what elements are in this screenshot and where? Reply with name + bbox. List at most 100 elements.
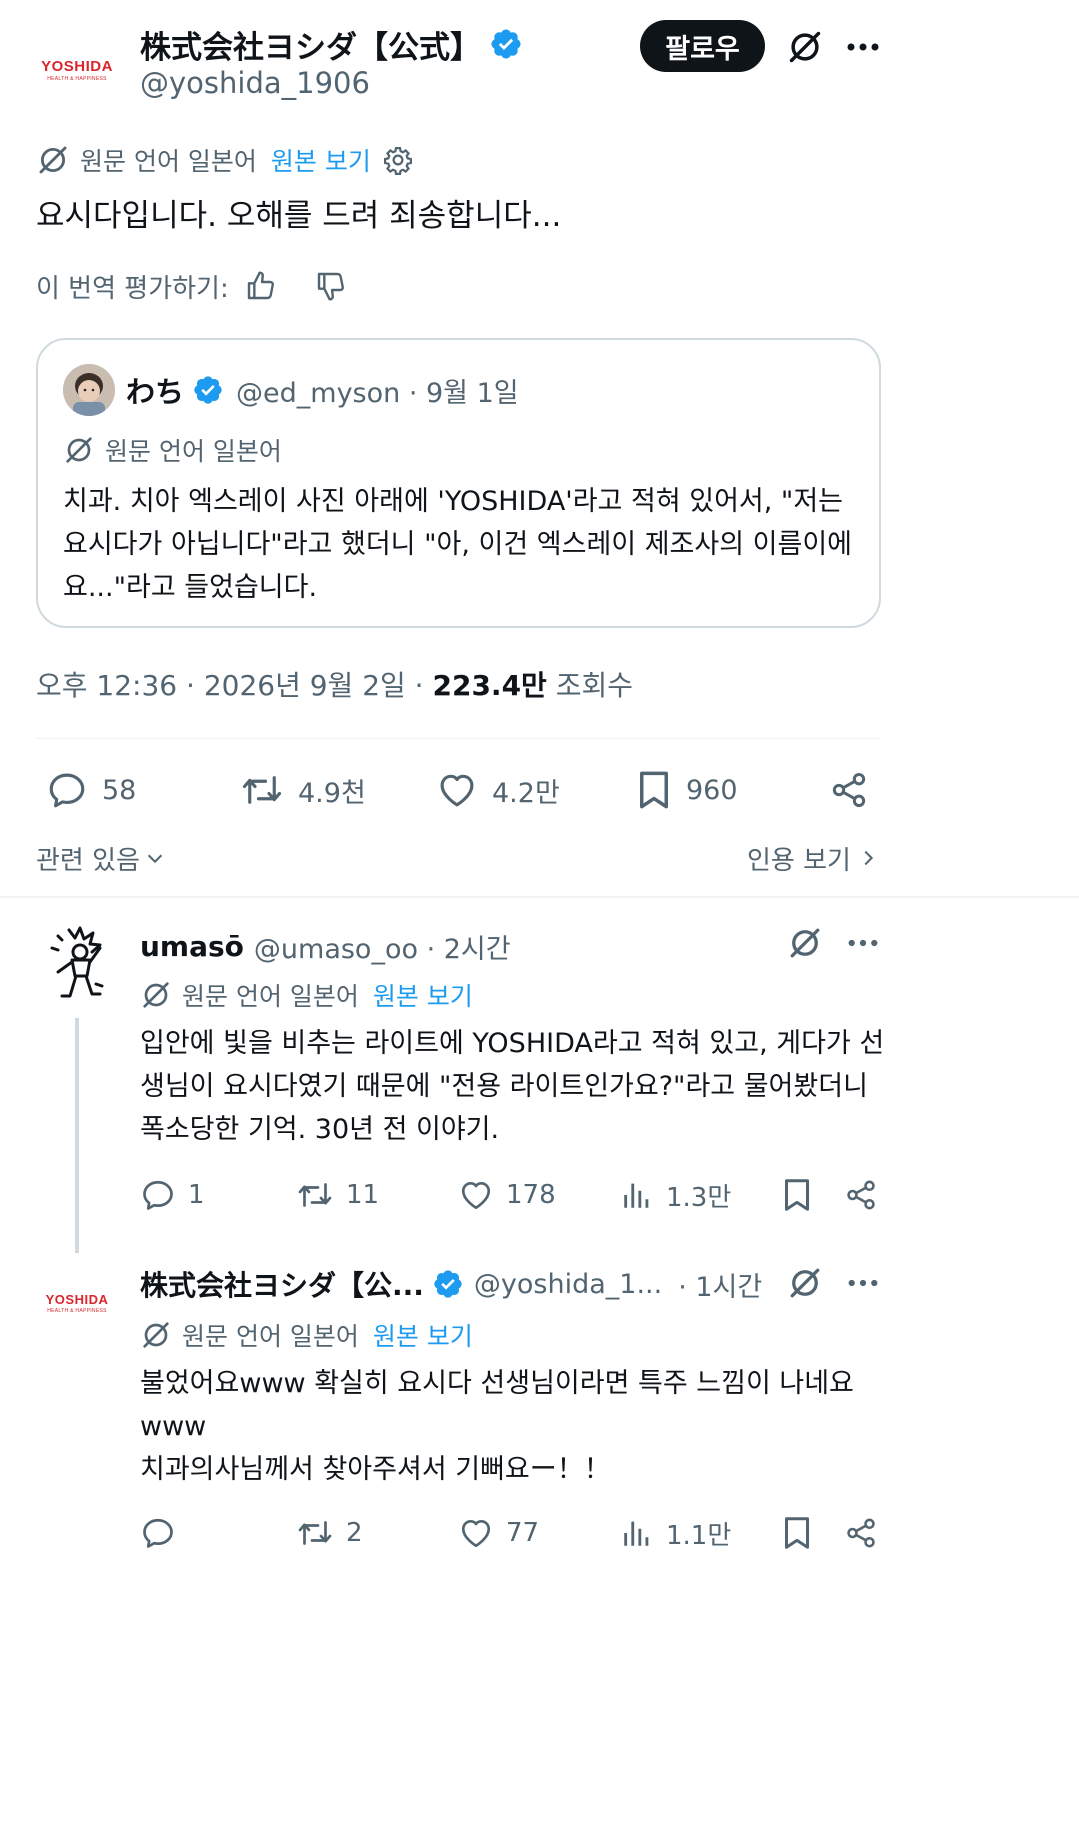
share-button[interactable] <box>840 1174 882 1216</box>
bookmark-button[interactable] <box>776 1174 818 1216</box>
like-count: 77 <box>506 1518 540 1548</box>
analytics-icon <box>624 1183 649 1208</box>
view-quotes-link[interactable]: 인용 보기 <box>747 838 879 878</box>
divider <box>36 738 881 739</box>
reply-handle: @yoshida_1... <box>473 1268 663 1300</box>
repost-button[interactable]: 11 <box>296 1174 379 1216</box>
translate-icon <box>36 143 70 177</box>
verified-badge-icon <box>489 27 523 61</box>
like-button[interactable]: 4.2만 <box>436 767 560 813</box>
grok-icon[interactable] <box>782 1260 828 1306</box>
thumbs-down-icon[interactable] <box>315 270 347 302</box>
repost-count: 11 <box>346 1180 380 1210</box>
reply-time: · 1시간 <box>678 1271 763 1303</box>
quoted-author-avatar[interactable] <box>63 364 115 416</box>
grok-icon[interactable] <box>782 24 828 70</box>
related-dropdown[interactable]: 관련 있음 <box>36 838 166 878</box>
bookmark-button[interactable] <box>776 1512 818 1554</box>
reply-author-name[interactable]: umasō <box>140 930 244 963</box>
heart-icon <box>440 774 474 807</box>
heart-icon <box>461 1519 491 1548</box>
bookmark-icon <box>785 1517 809 1549</box>
view-original-link[interactable]: 원본 보기 <box>373 1317 473 1353</box>
views-button[interactable]: 1.3만 <box>620 1174 731 1216</box>
logo-subtext: HEALTH & HAPPINESS <box>47 1308 107 1314</box>
reply-button[interactable]: 1 <box>140 1174 205 1216</box>
repost-count: 2 <box>346 1518 363 1548</box>
quoted-tweet-card[interactable]: わち @ed_myson · 9월 1일 원문 언어 일본어 치과. 치아 엑스… <box>36 338 881 628</box>
reply-author-name[interactable]: 株式会社ヨシダ【公... <box>140 1264 424 1304</box>
post-timestamp: 오후 12:36 · 2026년 9월 2일 · <box>36 669 433 702</box>
translation-label: 원문 언어 일본어 <box>80 147 257 176</box>
more-options-icon[interactable] <box>840 24 886 70</box>
reply-author-avatar[interactable] <box>44 924 110 1004</box>
translate-icon <box>140 979 172 1011</box>
reply-icon <box>143 1518 173 1548</box>
logo-text: YOSHIDA <box>45 1292 109 1307</box>
repost-icon <box>298 1521 332 1545</box>
reply-count: 1 <box>188 1180 205 1210</box>
logo-subtext: HEALTH & HAPPINESS <box>47 76 107 82</box>
views-count: 223.4만 <box>432 669 547 702</box>
repost-count: 4.9천 <box>298 777 366 809</box>
share-button[interactable] <box>840 1512 882 1554</box>
reply-text-line-2: 치과의사님께서 찾아주셔서 기뻐요ー！！ <box>140 1454 611 1485</box>
thumbs-up-icon[interactable] <box>245 270 277 302</box>
reply-button[interactable] <box>140 1512 188 1554</box>
grok-icon[interactable] <box>782 920 828 966</box>
view-original-link[interactable]: 원본 보기 <box>373 977 473 1013</box>
quotes-label: 인용 보기 <box>747 845 851 876</box>
reply-icon <box>49 773 85 808</box>
reply-text-line-1: 불었어요www 확실히 요시다 선생님이라면 특주 느낌이 나네요www <box>140 1368 854 1442</box>
repost-button[interactable]: 2 <box>296 1512 363 1554</box>
bookmark-icon <box>785 1179 809 1211</box>
bookmark-button[interactable]: 960 <box>636 767 738 813</box>
quoted-author-name[interactable]: わち <box>126 369 184 411</box>
author-name[interactable]: 株式会社ヨシダ【公式】 <box>140 22 481 67</box>
thread-line <box>75 1018 79 1253</box>
repost-icon <box>298 1183 332 1207</box>
share-button[interactable] <box>826 767 872 813</box>
verified-badge-icon <box>192 374 224 406</box>
author-avatar[interactable]: YOSHIDA HEALTH & HAPPINESS <box>22 15 132 125</box>
section-divider <box>0 896 1079 898</box>
view-original-link[interactable]: 원본 보기 <box>271 142 371 178</box>
logo-text: YOSHIDA <box>41 58 113 75</box>
repost-icon <box>242 776 282 804</box>
share-icon <box>847 1180 875 1210</box>
share-icon <box>847 1518 875 1548</box>
settings-gear-icon[interactable] <box>383 145 413 175</box>
like-button[interactable]: 178 <box>458 1174 556 1216</box>
post-timestamp-views: 오후 12:36 · 2026년 9월 2일 · 223.4만 조회수 <box>36 664 633 704</box>
like-count: 4.2만 <box>492 777 560 809</box>
views-count: 1.3만 <box>666 1182 732 1213</box>
like-button[interactable]: 77 <box>458 1512 539 1554</box>
author-handle[interactable]: @yoshida_1906 <box>140 66 370 100</box>
more-options-icon[interactable] <box>840 920 886 966</box>
reply-translation-label: 원문 언어 일본어 <box>182 982 359 1011</box>
follow-button[interactable]: 팔로우 <box>640 20 765 72</box>
reply-handle-time: @umaso_oo · 2시간 <box>253 933 511 965</box>
verified-badge-icon <box>432 1268 464 1300</box>
like-count: 178 <box>506 1180 556 1210</box>
reply-count: 58 <box>102 774 137 806</box>
related-label: 관련 있음 <box>36 845 140 876</box>
bookmark-count: 960 <box>686 774 738 806</box>
translate-icon <box>140 1319 172 1351</box>
reply-button[interactable]: 58 <box>46 767 136 813</box>
views-button[interactable]: 1.1만 <box>620 1512 731 1554</box>
translate-icon <box>63 434 95 466</box>
rate-translation-label: 이 번역 평가하기: <box>36 273 229 304</box>
repost-button[interactable]: 4.9천 <box>240 767 366 813</box>
quoted-text: 치과. 치아 엑스레이 사진 아래에 'YOSHIDA'라고 적혀 있어서, "… <box>63 486 853 603</box>
reply-text: 입안에 빛을 비추는 라이트에 YOSHIDA라고 적혀 있고, 게다가 선생님… <box>140 1028 885 1145</box>
reply-author-avatar[interactable]: YOSHIDA HEALTH & HAPPINESS <box>22 1248 132 1358</box>
share-icon <box>832 773 866 807</box>
more-options-icon[interactable] <box>840 1260 886 1306</box>
chevron-right-icon <box>857 847 879 869</box>
post-text: 요시다입니다. 오해를 드려 죄송합니다... <box>36 198 562 234</box>
analytics-icon <box>624 1521 649 1546</box>
reply-icon <box>143 1180 173 1210</box>
quoted-translation-label: 원문 언어 일본어 <box>105 437 282 466</box>
views-label: 조회수 <box>546 669 633 702</box>
